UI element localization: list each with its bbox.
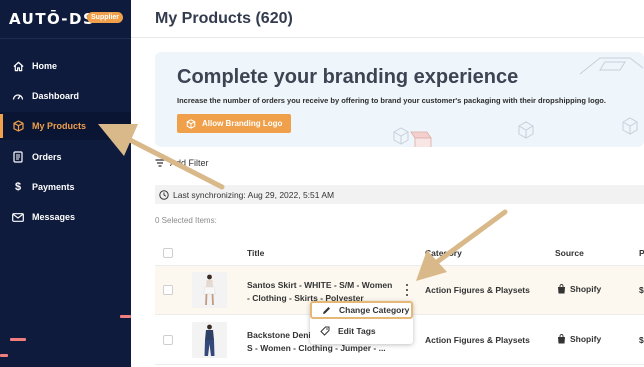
product-category: Action Figures & Playsets xyxy=(425,285,530,295)
supplier-badge: Supplier xyxy=(87,12,124,23)
shopify-icon xyxy=(557,284,566,294)
banner-subtitle: Increase the number of orders you receiv… xyxy=(177,96,606,105)
button-label: Allow Branding Logo xyxy=(202,119,283,128)
column-header-title[interactable]: Title xyxy=(247,248,264,258)
sidebar-item-label: Home xyxy=(32,61,58,71)
allow-branding-logo-button[interactable]: Allow Branding Logo xyxy=(177,114,292,133)
row-checkbox[interactable] xyxy=(163,335,173,345)
dollar-icon: $ xyxy=(14,181,22,193)
select-all-checkbox[interactable] xyxy=(163,248,173,258)
menu-item-label: Change Category xyxy=(339,305,410,315)
filter-label: Add Filter xyxy=(170,158,209,168)
sidebar-item-my-products[interactable]: My Products xyxy=(0,112,131,140)
product-price: $ xyxy=(639,335,644,345)
row-checkbox[interactable] xyxy=(163,285,173,295)
sidebar-item-home[interactable]: Home xyxy=(0,52,131,80)
menu-item-change-category[interactable]: Change Category xyxy=(310,301,413,319)
orders-icon xyxy=(12,151,24,163)
tag-icon xyxy=(320,326,330,336)
decorative-dash xyxy=(10,338,26,341)
column-header-category[interactable]: Category xyxy=(425,248,462,258)
divider xyxy=(0,38,131,39)
product-thumbnail[interactable] xyxy=(192,272,227,308)
mail-icon xyxy=(12,211,24,223)
row-context-menu: Change Category Edit Tags xyxy=(310,301,413,344)
column-header-source[interactable]: Source xyxy=(555,248,584,258)
menu-item-label: Edit Tags xyxy=(338,326,376,336)
sidebar-item-payments[interactable]: $ Payments xyxy=(0,173,131,201)
decorative-box-icon xyxy=(622,117,638,135)
sidebar-item-label: Payments xyxy=(32,182,75,192)
page-header: My Products (620) xyxy=(131,0,644,38)
filter-icon xyxy=(155,159,165,167)
row-menu-button[interactable] xyxy=(403,283,411,297)
selected-items-count: 0 Selected Items: xyxy=(155,216,217,225)
sync-text: Last synchronizing: Aug 29, 2022, 5:51 A… xyxy=(173,189,335,200)
sync-status-bar: Last synchronizing: Aug 29, 2022, 5:51 A… xyxy=(155,185,644,204)
product-source: Shopify xyxy=(557,334,601,344)
decorative-dash xyxy=(120,315,131,318)
product-category: Action Figures & Playsets xyxy=(425,335,530,345)
main-content: My Products (620) Complete your branding… xyxy=(131,0,644,367)
product-source: Shopify xyxy=(557,284,601,294)
banner-title: Complete your branding experience xyxy=(177,66,519,88)
sidebar: AUTŌ-DS- Supplier Home Dashboard My Prod… xyxy=(0,0,131,367)
sidebar-item-label: Dashboard xyxy=(32,91,80,101)
table-header: Title Category Source P xyxy=(155,240,644,266)
box-icon xyxy=(186,118,196,129)
decorative-package-icon xyxy=(410,131,432,147)
decorative-box-icon xyxy=(518,121,534,139)
menu-item-edit-tags[interactable]: Edit Tags xyxy=(310,322,413,340)
add-filter-button[interactable]: Add Filter xyxy=(155,158,209,168)
decorative-box-icon xyxy=(579,57,644,75)
sidebar-item-label: My Products xyxy=(32,121,87,131)
home-icon xyxy=(12,60,24,72)
dashboard-icon xyxy=(12,90,24,102)
pencil-icon xyxy=(322,306,331,315)
sidebar-item-messages[interactable]: Messages xyxy=(0,203,131,231)
source-label: Shopify xyxy=(570,334,602,344)
source-label: Shopify xyxy=(570,284,602,294)
page-title: My Products (620) xyxy=(155,10,293,27)
box-icon xyxy=(12,120,24,132)
sidebar-item-dashboard[interactable]: Dashboard xyxy=(0,82,131,110)
column-header-price[interactable]: P xyxy=(639,248,644,258)
shopify-icon xyxy=(557,334,566,344)
product-price: $ xyxy=(639,285,644,295)
sidebar-item-label: Orders xyxy=(32,152,62,162)
sidebar-item-label: Messages xyxy=(32,212,76,222)
decorative-dash xyxy=(0,354,8,357)
product-thumbnail[interactable] xyxy=(192,322,227,358)
sidebar-item-orders[interactable]: Orders xyxy=(0,143,131,171)
branding-banner: Complete your branding experience Increa… xyxy=(155,52,644,147)
clock-icon xyxy=(159,189,169,200)
